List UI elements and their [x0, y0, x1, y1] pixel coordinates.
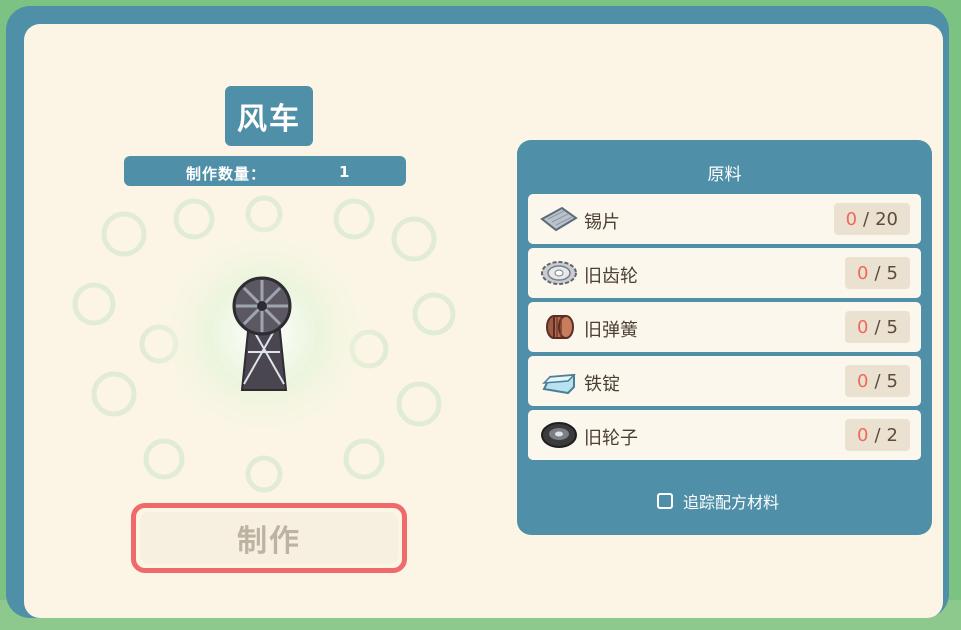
material-name: 旧齿轮 — [584, 266, 638, 287]
material-row-iron-ingot[interactable]: 铁锭 0 / 5 — [528, 356, 921, 406]
material-separator: / — [863, 208, 870, 230]
material-count: 0 / 5 — [845, 257, 910, 289]
material-count: 0 / 5 — [845, 311, 910, 343]
material-count: 0 / 20 — [833, 203, 910, 235]
materials-title: 原料 — [707, 165, 742, 185]
material-separator: / — [874, 316, 881, 338]
track-recipe-checkbox[interactable] — [657, 493, 673, 509]
material-have: 0 — [857, 262, 869, 284]
material-count: 0 / 5 — [845, 365, 910, 397]
material-have: 0 — [845, 208, 858, 230]
material-need: 20 — [875, 208, 898, 230]
material-row-old-gear[interactable]: 旧齿轮 0 / 5 — [528, 248, 921, 298]
material-separator: / — [874, 370, 881, 392]
track-recipe-toggle[interactable]: 追踪配方材料 — [657, 489, 779, 513]
quantity-value: 1 — [339, 163, 350, 181]
craft-button[interactable]: 制作 — [131, 503, 407, 573]
item-preview — [64, 194, 464, 494]
material-have: 0 — [857, 370, 869, 392]
crafting-window: 风车 制作数量： 1 制作 原料 锡片 0 / 20 旧齿轮 0 / 5 旧弹簧… — [6, 6, 949, 618]
material-need: 2 — [886, 424, 898, 446]
material-need: 5 — [886, 316, 898, 338]
material-row-old-wheel[interactable]: 旧轮子 0 / 2 — [528, 410, 921, 460]
crafting-panel: 风车 制作数量： 1 制作 原料 锡片 0 / 20 旧齿轮 0 / 5 旧弹簧… — [24, 24, 943, 618]
quantity-label: 制作数量： — [186, 165, 267, 183]
material-name: 铁锭 — [584, 374, 620, 395]
material-count: 0 / 2 — [845, 419, 910, 451]
item-name: 风车 — [237, 102, 301, 137]
material-need: 5 — [886, 370, 898, 392]
material-have: 0 — [857, 316, 869, 338]
material-name: 旧弹簧 — [584, 320, 638, 341]
material-name: 锡片 — [584, 212, 620, 233]
material-separator: / — [874, 424, 881, 446]
material-separator: / — [874, 262, 881, 284]
track-recipe-label: 追踪配方材料 — [683, 493, 780, 512]
old-gear-icon — [540, 259, 578, 287]
craft-button-label: 制作 — [237, 524, 301, 559]
material-name: 旧轮子 — [584, 428, 638, 449]
iron-ingot-icon — [540, 367, 578, 395]
tin-sheet-icon — [540, 205, 578, 233]
old-spring-icon — [540, 313, 578, 341]
material-need: 5 — [886, 262, 898, 284]
old-wheel-icon — [540, 421, 578, 449]
material-have: 0 — [857, 424, 869, 446]
quantity-bar[interactable]: 制作数量： 1 — [124, 156, 406, 186]
materials-panel: 原料 锡片 0 / 20 旧齿轮 0 / 5 旧弹簧 0 / 5 铁锭 0 / … — [517, 140, 932, 535]
item-title: 风车 — [225, 86, 313, 146]
material-row-old-spring[interactable]: 旧弹簧 0 / 5 — [528, 302, 921, 352]
material-row-tin-sheet[interactable]: 锡片 0 / 20 — [528, 194, 921, 244]
